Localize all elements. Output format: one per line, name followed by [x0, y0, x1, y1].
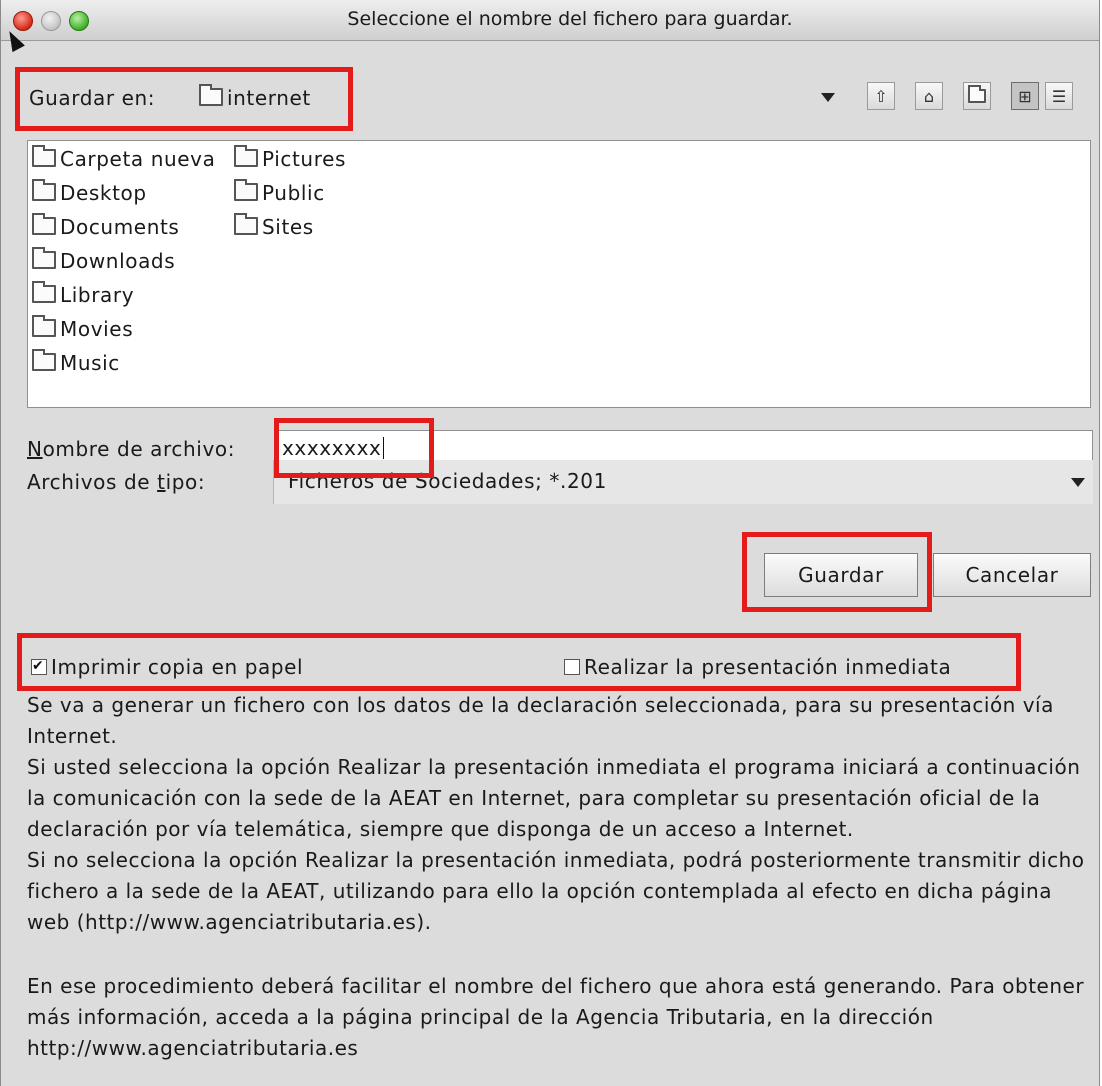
filetype-label: Archivos de tipo:	[27, 470, 206, 494]
list-item[interactable]: Desktop	[32, 179, 215, 215]
folder-icon	[32, 349, 56, 371]
save-dialog: Seleccione el nombre del fichero para gu…	[0, 0, 1100, 1086]
chevron-down-icon[interactable]	[1071, 478, 1085, 487]
chevron-down-icon[interactable]	[821, 93, 835, 102]
folder-icon	[234, 145, 258, 167]
highlight-filename	[274, 418, 434, 478]
home-button[interactable]: ⌂	[915, 82, 943, 110]
list-item[interactable]: Movies	[32, 315, 215, 351]
up-folder-icon: ⇧	[874, 86, 888, 106]
folder-icon	[32, 247, 56, 269]
file-list-column-1: Carpeta nueva Desktop Documents Download…	[32, 145, 215, 385]
highlight-save-in	[15, 67, 353, 131]
home-icon: ⌂	[923, 86, 935, 106]
file-list-column-2: Pictures Public Sites	[234, 145, 346, 249]
list-view-icon: ⊞	[1018, 86, 1032, 106]
description-text-2: En ese procedimiento deberá facilitar el…	[27, 971, 1093, 1064]
description-paragraph: Se va a generar un fichero con los datos…	[27, 693, 1054, 748]
details-view-icon: ☰	[1051, 86, 1067, 106]
cancel-button[interactable]: Cancelar	[933, 553, 1091, 597]
description-paragraph: Si usted selecciona la opción Realizar l…	[27, 755, 1081, 841]
description-paragraph: Si no selecciona la opción Realizar la p…	[27, 848, 1085, 934]
new-folder-button[interactable]	[963, 82, 991, 110]
window-title: Seleccione el nombre del fichero para gu…	[347, 8, 793, 30]
list-item[interactable]: Sites	[234, 213, 346, 249]
folder-icon	[234, 179, 258, 201]
new-folder-icon	[968, 85, 986, 103]
folder-icon	[234, 213, 258, 235]
up-folder-button[interactable]: ⇧	[867, 82, 895, 110]
list-item[interactable]: Pictures	[234, 145, 346, 181]
folder-icon	[32, 315, 56, 337]
title-bar[interactable]: Seleccione el nombre del fichero para gu…	[1, 0, 1099, 41]
list-item[interactable]: Public	[234, 179, 346, 215]
list-item[interactable]: Carpeta nueva	[32, 145, 215, 181]
description-paragraph: En ese procedimiento deberá facilitar el…	[27, 974, 1085, 1060]
highlight-options	[17, 633, 1021, 691]
list-item[interactable]: Library	[32, 281, 215, 317]
folder-icon	[32, 179, 56, 201]
list-item[interactable]: Downloads	[32, 247, 215, 283]
description-text: Se va a generar un fichero con los datos…	[27, 690, 1093, 938]
folder-icon	[32, 213, 56, 235]
highlight-save-button	[742, 532, 932, 612]
folder-icon	[32, 281, 56, 303]
folder-icon	[32, 145, 56, 167]
details-view-button[interactable]: ☰	[1045, 82, 1073, 110]
filename-label: Nombre de archivo:	[27, 437, 236, 461]
list-item[interactable]: Documents	[32, 213, 215, 249]
list-item[interactable]: Music	[32, 349, 215, 385]
file-list[interactable]: Carpeta nueva Desktop Documents Download…	[27, 140, 1091, 408]
list-view-button[interactable]: ⊞	[1011, 82, 1039, 110]
